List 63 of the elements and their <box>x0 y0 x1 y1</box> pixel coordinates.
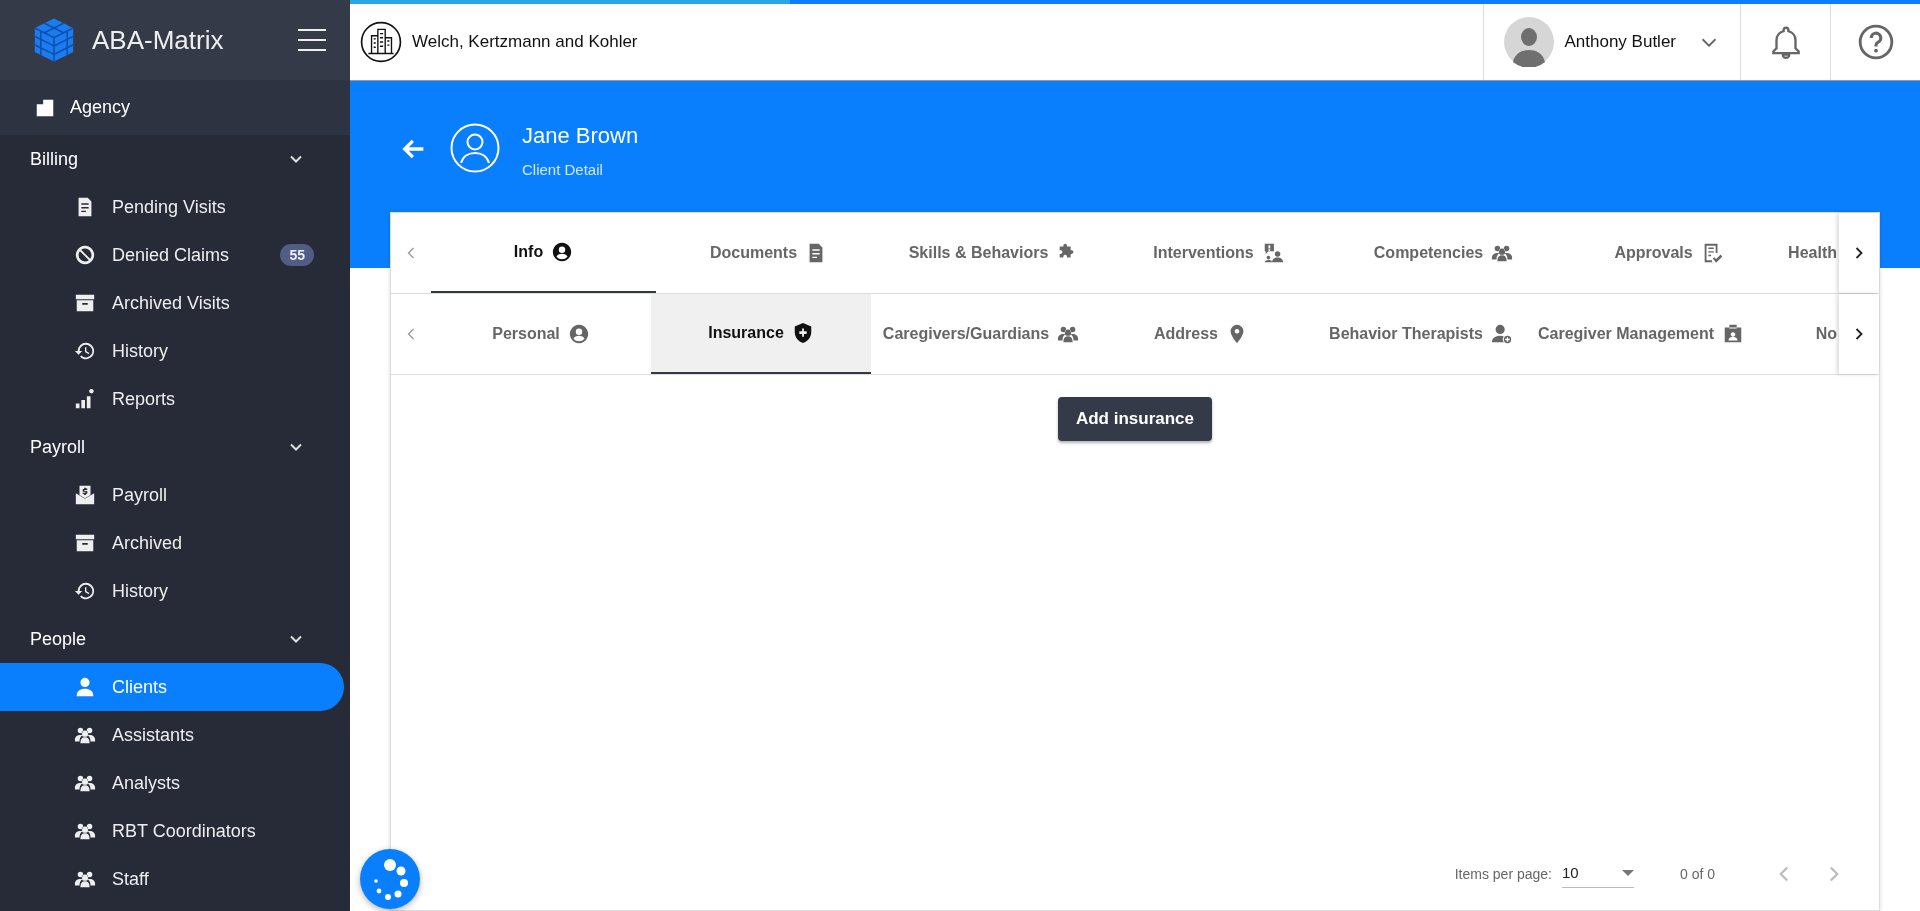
page-subtitle: Client Detail <box>522 161 604 178</box>
archive-icon <box>74 292 96 314</box>
archive-icon <box>74 532 96 554</box>
person-icon <box>74 676 96 698</box>
chart-icon <box>74 388 96 410</box>
sidebar-section-header[interactable]: Payroll <box>0 423 350 471</box>
count-badge: 55 <box>280 244 314 266</box>
sidebar-item[interactable]: History <box>0 567 344 615</box>
app-name: ABA-Matrix <box>92 24 225 56</box>
settings-fab-button[interactable] <box>360 849 420 909</box>
tab[interactable]: No <box>1751 294 1839 374</box>
help-icon <box>1856 23 1895 61</box>
sidebar-item[interactable]: Archived <box>0 519 344 567</box>
tab[interactable]: Approvals <box>1556 213 1781 293</box>
city-logo-icon <box>360 21 402 63</box>
history-icon <box>74 580 96 602</box>
page-range: 0 of 0 <box>1679 866 1715 882</box>
section-label: Billing <box>30 148 79 170</box>
tab[interactable]: Competencies <box>1331 213 1556 293</box>
sidebar-item[interactable]: Analysts <box>0 759 344 807</box>
history-icon <box>74 340 96 362</box>
items-per-page-label: Items per page: <box>1454 866 1552 882</box>
user-menu[interactable]: Anthony Butler <box>1483 4 1740 80</box>
tab[interactable]: Personal <box>431 294 651 374</box>
menu-icon[interactable] <box>298 29 326 51</box>
sidebar-item[interactable]: Staff <box>0 855 344 903</box>
tab[interactable]: Skills & Behaviors <box>881 213 1106 293</box>
sidebar-item[interactable]: History <box>0 327 344 375</box>
sidebar-item[interactable]: Archived Visits <box>0 279 344 327</box>
tab[interactable]: Health <box>1781 213 1839 293</box>
dropdown-arrow-icon <box>1621 869 1634 876</box>
scroll-right-button[interactable] <box>1839 213 1879 293</box>
sidebar-item[interactable]: Payroll <box>0 471 344 519</box>
tab[interactable]: Interventions <box>1106 213 1331 293</box>
section-label: People <box>30 628 87 650</box>
sidebar-section-header[interactable]: Billing <box>0 135 350 183</box>
tab[interactable]: Insurance <box>651 294 871 374</box>
sidebar-item[interactable]: Agency <box>0 80 350 135</box>
tab[interactable]: Behavior Therapists <box>1311 294 1531 374</box>
sidebar-item[interactable]: Assistants <box>0 711 344 759</box>
sidebar-item[interactable]: RBT Coordinators <box>0 807 344 855</box>
tab[interactable]: Address <box>1091 294 1311 374</box>
scroll-left-button[interactable] <box>391 213 431 293</box>
section-label: Payroll <box>30 436 86 458</box>
tab[interactable]: Info <box>431 213 656 293</box>
envelope-icon <box>74 484 96 506</box>
client-name: Jane Brown <box>522 123 639 149</box>
avatar-icon <box>1504 17 1555 67</box>
sidebar-section-header[interactable]: People <box>0 615 350 663</box>
scroll-right-button[interactable] <box>1839 294 1879 374</box>
sidebar-item[interactable]: Reports <box>0 375 344 423</box>
user-outline-icon <box>450 123 500 173</box>
add-insurance-button[interactable]: Add insurance <box>1057 397 1213 441</box>
tab[interactable]: Caregiver Management <box>1531 294 1751 374</box>
ban-icon <box>74 244 96 266</box>
sidebar-item[interactable]: Pending Visits <box>0 183 344 231</box>
sidebar-item[interactable]: Clients <box>0 663 344 711</box>
page-size-select[interactable]: 10 <box>1561 860 1634 888</box>
person-add-icon <box>1490 323 1513 345</box>
tab[interactable]: Caregivers/Guardians <box>871 294 1091 374</box>
tab[interactable]: Documents <box>656 213 881 293</box>
sidebar-item[interactable]: Denied Claims 55 <box>0 231 344 279</box>
organization-name: Welch, Kertzmann and Kohler <box>412 32 639 52</box>
